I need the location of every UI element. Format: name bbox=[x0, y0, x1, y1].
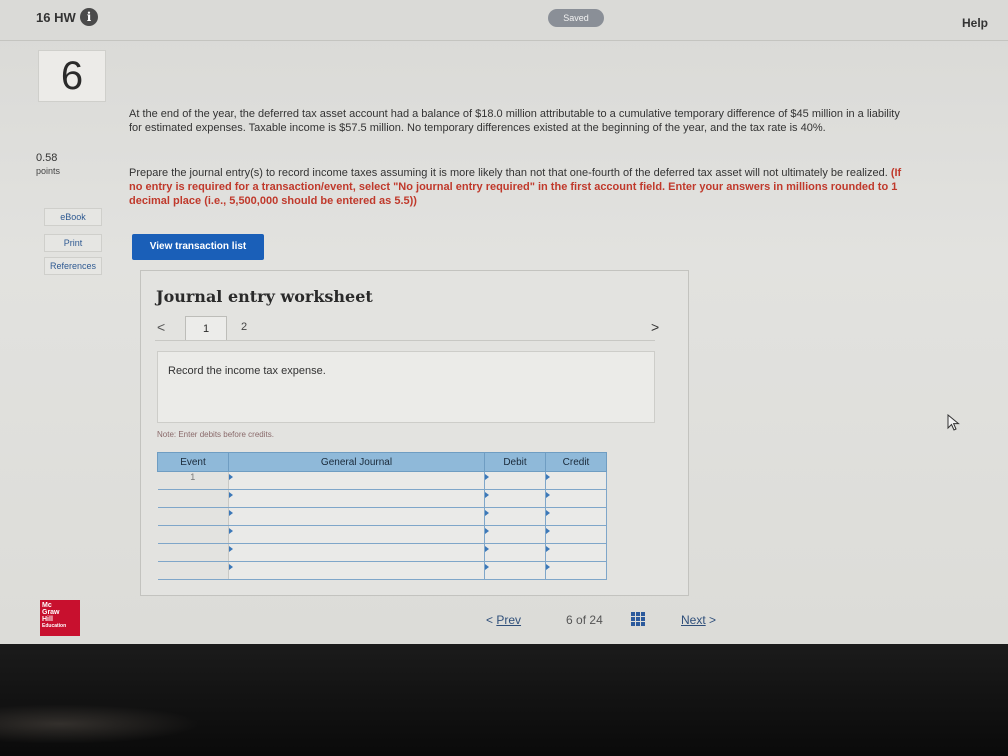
info-icon[interactable]: i bbox=[80, 8, 98, 26]
monitor-bezel bbox=[0, 644, 1008, 756]
table-row bbox=[157, 507, 607, 526]
screen: 16 HW i Saved Help 6 0.58 points eBook P… bbox=[0, 0, 1008, 644]
credit-input[interactable] bbox=[545, 543, 607, 562]
references-button[interactable]: References bbox=[44, 257, 102, 275]
next-link[interactable]: Next > bbox=[681, 613, 716, 627]
worksheet-title: Journal entry worksheet bbox=[156, 287, 373, 306]
table-row bbox=[157, 543, 607, 562]
question-grid-icon[interactable] bbox=[631, 612, 645, 626]
question-number: 6 bbox=[38, 50, 106, 102]
instruction-text: Record the income tax expense. bbox=[168, 365, 326, 377]
chevron-left-icon: < bbox=[486, 613, 494, 627]
tab-entry-1[interactable]: 1 bbox=[185, 316, 227, 341]
question-text: At the end of the year, the deferred tax… bbox=[129, 108, 900, 134]
credit-input[interactable] bbox=[545, 471, 607, 490]
debit-input[interactable] bbox=[484, 561, 546, 580]
table-row bbox=[157, 489, 607, 508]
question-instructions: Prepare the journal entry(s) to record i… bbox=[129, 166, 909, 208]
debit-input[interactable] bbox=[484, 507, 546, 526]
debit-input[interactable] bbox=[484, 543, 546, 562]
debit-input[interactable] bbox=[484, 471, 546, 490]
print-button[interactable]: Print bbox=[44, 234, 102, 252]
next-label: Next bbox=[681, 613, 706, 627]
prev-link[interactable]: < Prev bbox=[486, 613, 521, 627]
column-header-general-journal: General Journal bbox=[228, 452, 485, 472]
debit-input[interactable] bbox=[484, 525, 546, 544]
ebook-button[interactable]: eBook bbox=[44, 208, 102, 226]
table-row bbox=[157, 561, 607, 580]
event-cell bbox=[157, 561, 229, 580]
credit-input[interactable] bbox=[545, 507, 607, 526]
account-input[interactable] bbox=[228, 543, 485, 562]
journal-entry-worksheet: Journal entry worksheet < 1 2 > Record t… bbox=[140, 270, 689, 596]
column-header-credit: Credit bbox=[545, 452, 607, 472]
debits-note: Note: Enter debits before credits. bbox=[157, 430, 274, 439]
table-row bbox=[157, 525, 607, 544]
event-cell bbox=[157, 543, 229, 562]
prev-entry-chevron-icon[interactable]: < bbox=[157, 319, 165, 335]
instruction-box: Record the income tax expense. bbox=[157, 351, 655, 423]
event-cell bbox=[157, 489, 229, 508]
chevron-right-icon: > bbox=[709, 613, 717, 627]
credit-input[interactable] bbox=[545, 525, 607, 544]
mouse-cursor-icon bbox=[947, 414, 960, 431]
event-cell bbox=[157, 525, 229, 544]
tab-divider bbox=[155, 340, 655, 341]
column-header-debit: Debit bbox=[484, 452, 546, 472]
account-input[interactable] bbox=[228, 489, 485, 508]
account-input[interactable] bbox=[228, 471, 485, 490]
account-input[interactable] bbox=[228, 507, 485, 526]
saved-status-badge: Saved bbox=[548, 9, 604, 27]
tab-entry-2[interactable]: 2 bbox=[241, 321, 247, 333]
prev-label: Prev bbox=[496, 613, 522, 627]
account-input[interactable] bbox=[228, 561, 485, 580]
points-label: points bbox=[36, 166, 61, 176]
instruction-main: Prepare the journal entry(s) to record i… bbox=[129, 167, 888, 179]
next-entry-chevron-icon[interactable]: > bbox=[651, 319, 659, 335]
column-header-event: Event bbox=[157, 452, 229, 472]
table-row: 1 bbox=[157, 471, 607, 490]
assignment-title: 16 HW bbox=[36, 10, 76, 25]
account-input[interactable] bbox=[228, 525, 485, 544]
credit-input[interactable] bbox=[545, 489, 607, 508]
debit-input[interactable] bbox=[484, 489, 546, 508]
mcgraw-hill-logo: Mc Graw Hill Education bbox=[40, 600, 80, 636]
event-cell: 1 bbox=[157, 471, 229, 490]
top-bar: 16 HW i Saved Help bbox=[0, 0, 1008, 41]
journal-table: Event General Journal Debit Credit 1 bbox=[157, 452, 607, 580]
help-link[interactable]: Help bbox=[962, 16, 988, 30]
points-value: 0.58 bbox=[36, 152, 58, 164]
event-cell bbox=[157, 507, 229, 526]
page-indicator: 6 of 24 bbox=[566, 613, 603, 627]
credit-input[interactable] bbox=[545, 561, 607, 580]
view-transaction-list-button[interactable]: View transaction list bbox=[132, 234, 264, 260]
